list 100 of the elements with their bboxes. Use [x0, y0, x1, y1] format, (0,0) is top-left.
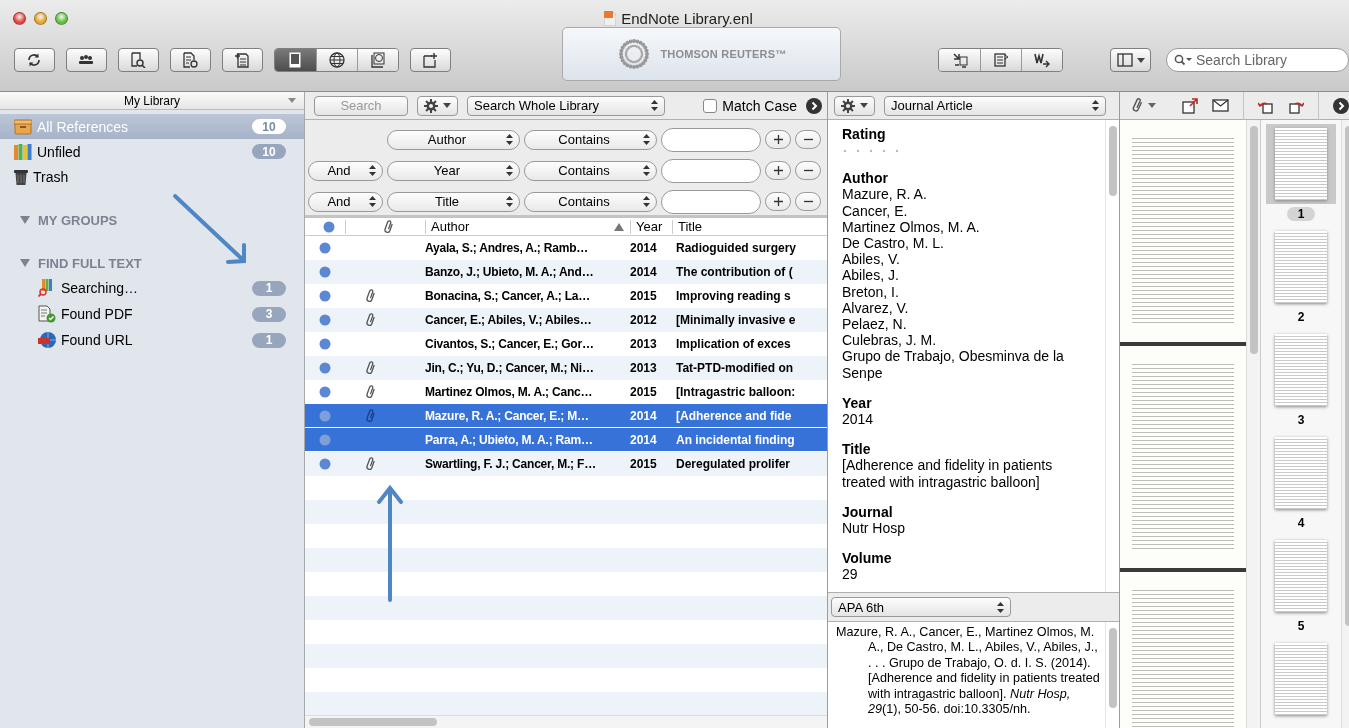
view-mode-button[interactable]: [274, 49, 316, 71]
single-page-icon: [287, 52, 304, 68]
updown-arrows-icon: [369, 165, 376, 176]
table-cell: Jin, C.; Yu, D.; Cancer, M.; Ni…: [425, 361, 594, 375]
add-row-button[interactable]: [765, 192, 791, 211]
document-check-icon: [38, 305, 56, 323]
format-bibliography-button[interactable]: [980, 49, 1022, 71]
reference-row[interactable]: Ayala, S.; Andres, A.; Ramb… 2014 Radioguided surgery: [305, 236, 827, 260]
reference-row[interactable]: Cancer, E.; Abiles, V.; Abiles… 2012 [Minimally invasive e: [305, 308, 827, 332]
caret-icon: [288, 98, 296, 103]
field-label: Title: [842, 441, 872, 458]
operator-dropdown[interactable]: Contains: [524, 191, 657, 212]
library-header[interactable]: My Library: [0, 92, 304, 110]
word-export-icon: [1034, 52, 1051, 68]
sidebar-item[interactable]: Trash: [0, 164, 304, 189]
add-row-button[interactable]: [765, 130, 791, 149]
operator-dropdown[interactable]: Contains: [524, 129, 657, 150]
search-term-field[interactable]: [661, 127, 761, 152]
layout-button[interactable]: [1110, 48, 1151, 72]
reference-row[interactable]: Banzo, J.; Ubieto, M. A.; And… 2014 The contribution of (: [305, 260, 827, 284]
close-button[interactable]: [13, 11, 26, 25]
sidebar-item[interactable]: Found PDF 3: [0, 301, 304, 327]
sidebar-item[interactable]: Searching… 1: [0, 275, 304, 301]
options-menu-button[interactable]: [834, 95, 875, 116]
options-menu-button[interactable]: [417, 95, 458, 116]
table-cell-text: Radioguided surgery: [675, 241, 797, 255]
add-row-button[interactable]: [765, 161, 791, 180]
groups-button[interactable]: [65, 48, 107, 72]
page-thumbnail[interactable]: [1266, 124, 1336, 204]
reference-row[interactable]: Parra, A.; Ubieto, M. A.; Ram… 2014 An incidental finding: [305, 428, 827, 452]
minimize-button[interactable]: [34, 11, 47, 25]
count-badge: 10: [252, 119, 286, 134]
reference-row[interactable]: Martinez Olmos, M. A.; Canc… 2015 [Intragastric balloon:: [305, 380, 827, 404]
connector-dropdown[interactable]: And: [308, 160, 383, 181]
sidebar-item[interactable]: All References 10: [0, 114, 304, 139]
checkbox[interactable]: [703, 98, 718, 113]
field-dropdown[interactable]: Author: [387, 129, 520, 150]
expanded-triangle-icon: [20, 216, 30, 224]
sync-button[interactable]: [14, 48, 55, 72]
search-library-field[interactable]: Search Library: [1166, 48, 1349, 72]
field-value: Grupo de Trabajo, Obesminva de la Senpe: [842, 348, 1065, 381]
page-number: 1: [1286, 207, 1316, 221]
table-cell: Ayala, S.; Andres, A.; Ramb…: [425, 241, 589, 255]
reference-row[interactable]: Jin, C.; Yu, D.; Cancer, M.; Ni… 2013 Tat-PTD-modified on: [305, 356, 827, 380]
document-sync-icon: [182, 52, 199, 68]
table-cell: 2012: [630, 313, 657, 327]
page-number: 2: [1296, 310, 1306, 324]
export-button[interactable]: [1021, 49, 1062, 71]
unread-dot-icon: [319, 338, 331, 350]
sidebar-item[interactable]: Found URL 1: [0, 327, 304, 353]
table-cell: Civantos, S.; Cancer, E.; Gor…: [425, 337, 594, 351]
column-header[interactable]: Year: [630, 219, 672, 234]
email-button[interactable]: [1212, 99, 1229, 112]
search-term-field[interactable]: [661, 158, 761, 183]
view-mode-button[interactable]: [315, 49, 357, 71]
page-number: 3: [1296, 413, 1306, 427]
reference-row[interactable]: Mazure, R. A.; Cancer, E.; M… 2014 [Adherence and fide: [305, 404, 827, 428]
view-mode-button[interactable]: [356, 49, 398, 71]
sync-icon: [26, 52, 43, 68]
document-add-icon: [234, 52, 251, 68]
zoom-button[interactable]: [55, 11, 68, 25]
count-badge: 10: [252, 144, 286, 159]
insert-citation-button[interactable]: [939, 49, 981, 71]
connector-dropdown[interactable]: And: [308, 191, 383, 212]
find-full-text-button[interactable]: [117, 48, 159, 72]
field-value: [Adherence and fidelity in patients treated with intragastric balloon]: [842, 457, 1054, 490]
field-label: Journal: [842, 503, 894, 521]
paperclip-icon: [1132, 97, 1144, 114]
updown-arrows-icon: [643, 196, 650, 207]
reference-row[interactable]: Bonacina, S.; Cancer, A.; La… 2015 Improving reading s: [305, 284, 827, 308]
table-cell: Swartling, F. J.; Cancer, M.; F…: [425, 457, 596, 471]
table-cell: 2015: [630, 289, 657, 303]
search-term-field[interactable]: [661, 189, 761, 214]
match-case-checkbox[interactable]: Match Case: [703, 97, 797, 114]
plus-icon: [773, 166, 783, 175]
new-reference-button[interactable]: [409, 48, 451, 72]
column-header[interactable]: Author: [425, 219, 630, 234]
table-cell: Parra, A.; Ubieto, M. A.; Ram…: [425, 432, 593, 447]
citation-style-dropdown[interactable]: APA 6th: [831, 597, 1011, 617]
import-button[interactable]: [221, 48, 263, 72]
field-value: 2014: [842, 411, 875, 428]
field-dropdown[interactable]: Title: [387, 191, 520, 212]
sidebar-item[interactable]: Unfiled 10: [0, 139, 304, 164]
open-external-button[interactable]: [1182, 97, 1198, 114]
field-dropdown[interactable]: Year: [387, 160, 520, 181]
table-cell: Cancer, E.; Abiles, V.; Abiles…: [425, 313, 592, 327]
table-cell-text: Improving reading s: [675, 289, 791, 303]
updown-arrows-icon: [506, 196, 513, 207]
table-cell: Banzo, J.; Ubieto, M. A.; And…: [425, 265, 594, 279]
box-icon: [14, 118, 32, 135]
window-title: EndNote Library.enl: [621, 9, 753, 27]
refresh-button[interactable]: [169, 48, 211, 72]
reference-type-dropdown[interactable]: Journal Article: [884, 95, 1106, 116]
reference-row[interactable]: Civantos, S.; Cancer, E.; Gor… 2013 Implication of exces: [305, 332, 827, 356]
scope-dropdown[interactable]: Search Whole Library: [467, 95, 665, 116]
column-header[interactable]: Title: [672, 219, 827, 234]
table-cell: 2015: [630, 385, 657, 399]
attach-file-button[interactable]: [1132, 97, 1156, 114]
reference-row[interactable]: Swartling, F. J.; Cancer, M.; F… 2015 Deregulated prolifer: [305, 452, 827, 476]
operator-dropdown[interactable]: Contains: [524, 160, 657, 181]
